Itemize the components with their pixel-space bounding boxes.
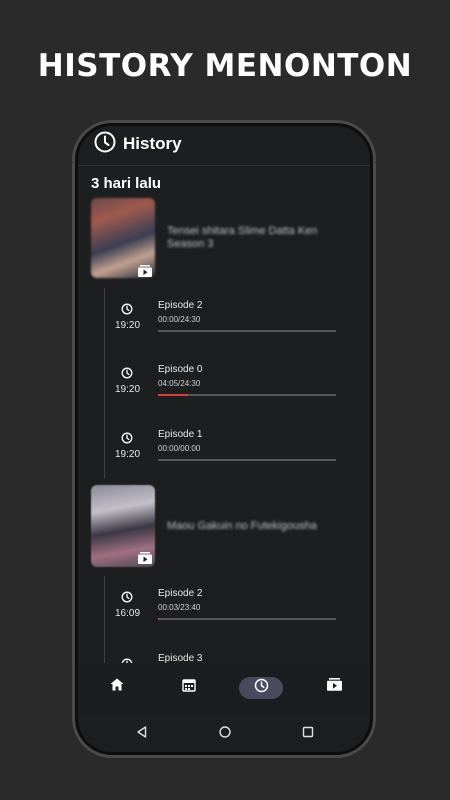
anime-history-item[interactable]: Tensei shitara Slime Datta Ken Season 3	[78, 198, 370, 278]
home-icon	[110, 678, 124, 696]
video-play-icon	[138, 264, 152, 277]
anime-title: Maou Gakuin no Futekigousha	[167, 520, 317, 532]
episode-title: Episode 0	[158, 364, 203, 375]
episode-progress-text: 00:03/23:40	[158, 603, 201, 612]
clock-icon	[121, 431, 133, 449]
episode-progress-bar	[158, 618, 336, 620]
clock-icon	[121, 366, 133, 384]
home-circle-icon[interactable]	[218, 725, 232, 739]
episode-title: Episode 3	[158, 653, 203, 663]
episode-watch-time: 19:20	[115, 384, 141, 395]
video-library-icon	[326, 678, 342, 696]
episode-progress-text: 00:00/24:30	[158, 315, 201, 324]
anime-history-item[interactable]: Maou Gakuin no Futekigousha	[78, 485, 370, 567]
episode-row[interactable]: 19:20 Episode 0 04:05/24:30	[78, 364, 370, 424]
nav-schedule[interactable]	[177, 677, 201, 697]
episode-row[interactable]: Episode 3	[78, 652, 370, 663]
episode-progress-text: 04:05/24:30	[158, 379, 201, 388]
episode-progress-bar	[158, 394, 336, 396]
episode-title: Episode 1	[158, 429, 203, 440]
clock-icon	[121, 590, 133, 608]
episode-row[interactable]: 19:20 Episode 1 00:00/00:00	[78, 429, 370, 489]
app-bar: History	[78, 126, 370, 166]
bottom-navigation	[78, 663, 370, 715]
nav-history[interactable]	[249, 678, 273, 698]
recents-icon[interactable]	[301, 725, 315, 739]
app-screen: History 3 hari lalu Tensei shitara Slime…	[78, 126, 370, 752]
system-navigation-bar	[78, 715, 370, 752]
page-title: History	[123, 134, 182, 153]
episode-progress-bar	[158, 459, 336, 461]
clock-icon	[93, 130, 117, 159]
promo-title: HISTORY MENONTON	[37, 48, 413, 84]
episode-row[interactable]: 19:20 Episode 2 00:00/24:30	[78, 300, 370, 360]
episode-title: Episode 2	[158, 588, 203, 599]
episode-title: Episode 2	[158, 300, 203, 311]
clock-icon	[121, 302, 133, 320]
episode-watch-time: 19:20	[115, 320, 141, 331]
nav-library[interactable]	[322, 677, 346, 697]
anime-title: Tensei shitara Slime Datta Ken Season 3	[167, 225, 318, 250]
back-icon[interactable]	[135, 725, 149, 739]
video-play-icon	[138, 551, 152, 564]
calendar-icon	[182, 678, 196, 697]
episode-row[interactable]: 16:09 Episode 2 00:03/23:40	[78, 588, 370, 648]
nav-home[interactable]	[105, 677, 129, 697]
episode-progress-text: 00:00/00:00	[158, 444, 201, 453]
clock-icon	[254, 678, 269, 698]
episode-progress-bar	[158, 330, 336, 332]
episode-watch-time: 16:09	[115, 608, 141, 619]
section-date-label: 3 hari lalu	[91, 175, 162, 192]
episode-watch-time: 19:20	[115, 449, 141, 460]
